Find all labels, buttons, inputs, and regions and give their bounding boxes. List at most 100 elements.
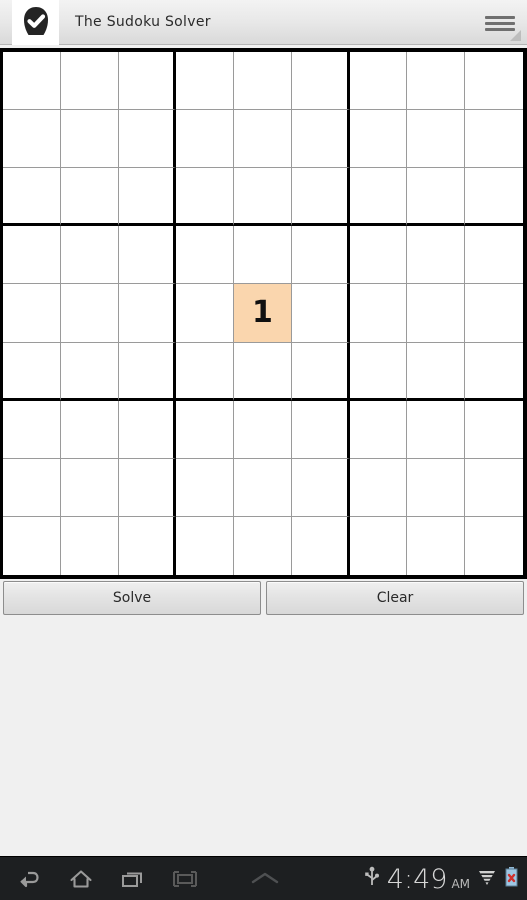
sudoku-cell[interactable] (349, 168, 408, 227)
sudoku-cell[interactable] (118, 458, 177, 517)
sudoku-cell[interactable] (349, 284, 408, 343)
sudoku-cell[interactable] (349, 342, 408, 401)
check-badge-icon (23, 7, 48, 35)
title-bar: The Sudoku Solver (0, 0, 527, 45)
sudoku-cell[interactable] (3, 110, 61, 169)
sudoku-cell[interactable] (291, 110, 350, 169)
sudoku-cell[interactable] (407, 516, 466, 575)
sudoku-cell[interactable] (407, 284, 466, 343)
sudoku-cell[interactable] (234, 342, 292, 401)
sudoku-cell[interactable] (349, 516, 408, 575)
sudoku-cell[interactable] (176, 110, 235, 169)
sudoku-grid[interactable]: 1 (0, 48, 527, 579)
battery-error-icon (504, 866, 519, 892)
sudoku-cell[interactable] (465, 342, 523, 401)
clear-button[interactable]: Clear (266, 581, 524, 615)
sudoku-cell[interactable] (234, 458, 292, 517)
sudoku-cell[interactable] (291, 168, 350, 227)
sudoku-cell[interactable] (234, 52, 292, 111)
sudoku-cell[interactable] (234, 516, 292, 575)
sudoku-cell[interactable] (60, 226, 119, 285)
chevron-up-icon[interactable] (245, 869, 285, 891)
usb-icon (364, 866, 380, 892)
sudoku-cell[interactable] (465, 516, 523, 575)
sudoku-cell[interactable] (3, 400, 61, 459)
sudoku-cell[interactable] (349, 110, 408, 169)
sudoku-cell[interactable] (3, 226, 61, 285)
sudoku-cell[interactable] (3, 168, 61, 227)
sudoku-cell[interactable] (118, 400, 177, 459)
sudoku-cell[interactable] (349, 226, 408, 285)
app-icon[interactable] (12, 0, 59, 45)
sudoku-cell[interactable] (118, 226, 177, 285)
sudoku-cell[interactable] (465, 226, 523, 285)
sudoku-cell-selected[interactable]: 1 (234, 284, 292, 343)
solve-button[interactable]: Solve (3, 581, 261, 615)
sudoku-cell[interactable] (291, 516, 350, 575)
app-screen: The Sudoku Solver 1 Solve Clear 4:49 AM (0, 0, 527, 900)
sudoku-cell[interactable] (407, 458, 466, 517)
sudoku-cell[interactable] (60, 284, 119, 343)
recent-apps-icon[interactable] (118, 866, 148, 892)
screenshot-icon[interactable] (170, 866, 200, 892)
sudoku-cell[interactable] (291, 342, 350, 401)
sudoku-cell[interactable] (3, 52, 61, 111)
sudoku-cell[interactable] (407, 52, 466, 111)
sudoku-cell[interactable] (3, 516, 61, 575)
sudoku-cell[interactable] (60, 168, 119, 227)
sudoku-cell[interactable] (118, 516, 177, 575)
sudoku-cell[interactable] (118, 52, 177, 111)
sudoku-cell[interactable] (349, 52, 408, 111)
signal-icon (477, 867, 497, 891)
sudoku-cell[interactable] (234, 400, 292, 459)
sudoku-cell[interactable] (3, 284, 61, 343)
sudoku-cell[interactable] (176, 284, 235, 343)
sudoku-cell[interactable] (407, 342, 466, 401)
sudoku-cell[interactable] (176, 516, 235, 575)
sudoku-cell[interactable] (407, 168, 466, 227)
sudoku-cell[interactable] (60, 458, 119, 517)
menu-bar-2 (485, 21, 515, 25)
sudoku-cell[interactable] (3, 458, 61, 517)
sudoku-cell[interactable] (234, 226, 292, 285)
sudoku-cell[interactable] (407, 226, 466, 285)
sudoku-cell[interactable] (176, 342, 235, 401)
sudoku-cell[interactable] (176, 226, 235, 285)
sudoku-cell[interactable] (3, 342, 61, 401)
sudoku-cell[interactable] (60, 342, 119, 401)
sudoku-cell[interactable] (291, 52, 350, 111)
sudoku-cell[interactable] (118, 110, 177, 169)
sudoku-cell[interactable] (465, 52, 523, 111)
clock-time: 4:49 (386, 863, 448, 895)
sudoku-cell[interactable] (465, 110, 523, 169)
sudoku-cell[interactable] (465, 168, 523, 227)
sudoku-cell[interactable] (465, 458, 523, 517)
sudoku-cell[interactable] (176, 52, 235, 111)
sudoku-cell[interactable] (60, 52, 119, 111)
sudoku-cell[interactable] (465, 400, 523, 459)
sudoku-cell[interactable] (407, 400, 466, 459)
sudoku-cell[interactable] (118, 284, 177, 343)
sudoku-cell[interactable] (176, 400, 235, 459)
sudoku-cell[interactable] (465, 284, 523, 343)
sudoku-cell[interactable] (234, 168, 292, 227)
sudoku-cell[interactable] (118, 342, 177, 401)
sudoku-cell[interactable] (60, 110, 119, 169)
sudoku-cell[interactable] (291, 458, 350, 517)
sudoku-cell[interactable] (234, 110, 292, 169)
clock-ampm: AM (451, 876, 470, 891)
sudoku-cell[interactable] (176, 458, 235, 517)
sudoku-cell[interactable] (291, 284, 350, 343)
sudoku-cell[interactable] (407, 110, 466, 169)
sudoku-cell[interactable] (291, 226, 350, 285)
sudoku-cell[interactable] (349, 400, 408, 459)
home-icon[interactable] (66, 866, 96, 892)
resize-corner-indicator (510, 30, 521, 41)
sudoku-cell[interactable] (349, 458, 408, 517)
back-arrow-icon[interactable] (14, 866, 44, 892)
sudoku-cell[interactable] (60, 400, 119, 459)
sudoku-cell[interactable] (118, 168, 177, 227)
sudoku-cell[interactable] (176, 168, 235, 227)
sudoku-cell[interactable] (60, 516, 119, 575)
sudoku-cell[interactable] (291, 400, 350, 459)
